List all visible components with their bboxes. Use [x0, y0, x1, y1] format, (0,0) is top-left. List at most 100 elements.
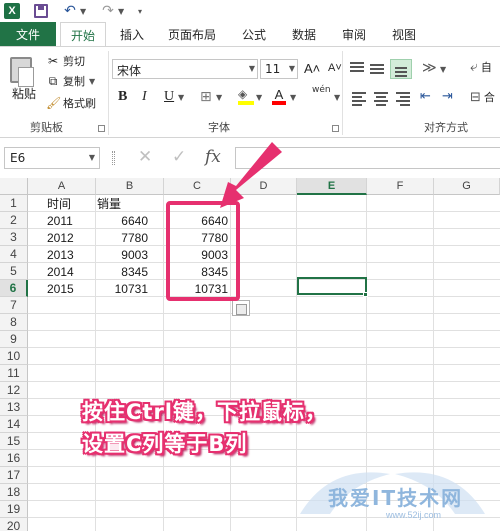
row-header-19[interactable]: 19 [0, 501, 28, 518]
bold-button[interactable]: B [118, 89, 127, 105]
cell-b6[interactable]: 10731 [96, 280, 151, 297]
align-bottom-button[interactable] [390, 59, 412, 79]
row-header-16[interactable]: 16 [0, 450, 28, 467]
font-launcher-icon[interactable] [332, 125, 339, 132]
copy-dropdown-icon[interactable]: ▼ [89, 77, 95, 86]
align-right-button[interactable] [394, 91, 412, 107]
increase-indent-button[interactable]: ⇥ [442, 89, 453, 104]
row-header-6[interactable]: 6 [0, 280, 28, 297]
decrease-indent-button[interactable]: ⇤ [420, 89, 431, 104]
tab-view[interactable]: 视图 [384, 22, 424, 46]
row-header-5[interactable]: 5 [0, 263, 28, 280]
cell-a2[interactable]: 2011 [44, 212, 76, 229]
row-header-9[interactable]: 9 [0, 331, 28, 348]
auto-fill-options-icon[interactable] [232, 300, 250, 316]
increase-font-button[interactable]: A˄ [304, 61, 320, 76]
row-header-18[interactable]: 18 [0, 484, 28, 501]
phonetic-dropdown-icon[interactable]: ▼ [334, 93, 340, 102]
row-header-15[interactable]: 15 [0, 433, 28, 450]
font-size-combobox[interactable]: 11 ▼ [260, 59, 298, 79]
align-top-button[interactable] [348, 61, 366, 77]
tab-review[interactable]: 审阅 [334, 22, 374, 46]
cell-b2[interactable]: 6640 [96, 212, 151, 229]
font-color-dropdown-icon[interactable]: ▼ [290, 93, 296, 102]
cell-b5[interactable]: 8345 [96, 263, 151, 280]
underline-dropdown-icon[interactable]: ▼ [178, 93, 184, 102]
row-gridline [28, 466, 500, 467]
formula-bar-grip[interactable] [112, 151, 115, 165]
cell-b1[interactable]: 销量 [94, 195, 124, 212]
save-icon[interactable] [34, 4, 48, 18]
merge-icon: ⊟ [470, 89, 481, 105]
row-header-11[interactable]: 11 [0, 365, 28, 382]
format-painter-button[interactable]: 🖌 格式刷 [46, 95, 96, 111]
row-header-17[interactable]: 17 [0, 467, 28, 484]
row-header-20[interactable]: 20 [0, 518, 28, 531]
row-header-12[interactable]: 12 [0, 382, 28, 399]
font-group-label: 字体 [208, 121, 230, 134]
font-color-button[interactable]: A [272, 87, 286, 105]
fill-color-dropdown-icon[interactable]: ▼ [256, 93, 262, 102]
fill-color-button[interactable]: ◈ [238, 87, 254, 105]
column-header-f[interactable]: F [367, 178, 434, 195]
select-all-corner[interactable] [0, 178, 28, 195]
spreadsheet-grid[interactable]: A B C D E F G 1 2 3 4 5 6 7 8 9 10 11 12 13 14 15 16 17 1… [0, 178, 500, 531]
column-header-g[interactable]: G [434, 178, 500, 195]
orientation-dropdown-icon[interactable]: ▼ [440, 65, 446, 74]
row-header-8[interactable]: 8 [0, 314, 28, 331]
tab-page-layout[interactable]: 页面布局 [160, 22, 224, 46]
row-header-3[interactable]: 3 [0, 229, 28, 246]
alignment-group-label: 对齐方式 [424, 121, 468, 134]
confirm-icon[interactable]: ✓ [172, 147, 186, 167]
merge-center-button[interactable]: ⊟ 合 [470, 89, 495, 105]
cell-a4[interactable]: 2013 [44, 246, 77, 263]
cut-button[interactable]: ✂ 剪切 [46, 53, 85, 69]
font-name-combobox[interactable]: 宋体 ▼ [112, 59, 258, 79]
customize-toolbar-icon[interactable]: ▾ [138, 2, 142, 20]
clipboard-launcher-icon[interactable] [98, 125, 105, 132]
tab-file[interactable]: 文件 [0, 22, 56, 46]
cell-a3[interactable]: 2012 [44, 229, 77, 246]
row-header-10[interactable]: 10 [0, 348, 28, 365]
active-cell-e6[interactable] [297, 277, 367, 295]
borders-dropdown-icon[interactable]: ▼ [216, 93, 222, 102]
row-header-4[interactable]: 4 [0, 246, 28, 263]
italic-button[interactable]: I [142, 89, 147, 105]
copy-button[interactable]: ⧉ 复制 ▼ [46, 73, 95, 89]
tab-data[interactable]: 数据 [284, 22, 324, 46]
row-header-1[interactable]: 1 [0, 195, 28, 212]
borders-button[interactable]: ⊞ [200, 89, 212, 105]
redo-icon[interactable]: ↷ [100, 2, 116, 20]
tab-formulas[interactable]: 公式 [234, 22, 274, 46]
cell-a1[interactable]: 时间 [44, 195, 74, 212]
row-header-7[interactable]: 7 [0, 297, 28, 314]
row-header-2[interactable]: 2 [0, 212, 28, 229]
cell-a5[interactable]: 2014 [44, 263, 77, 280]
redo-dropdown-icon[interactable]: ▼ [118, 2, 124, 20]
column-header-b[interactable]: B [96, 178, 164, 195]
underline-button[interactable]: U [164, 89, 174, 105]
tab-home[interactable]: 开始 [60, 22, 106, 47]
decrease-font-button[interactable]: A˅ [328, 62, 342, 74]
fill-handle[interactable] [363, 292, 368, 297]
cell-b3[interactable]: 7780 [96, 229, 151, 246]
tab-insert[interactable]: 插入 [112, 22, 152, 46]
wrap-text-button[interactable]: ⤶ 自 [470, 59, 492, 75]
align-left-button[interactable] [350, 91, 368, 107]
cell-a6[interactable]: 2015 [44, 280, 77, 297]
undo-dropdown-icon[interactable]: ▼ [80, 2, 86, 20]
borders-icon: ⊞ [200, 89, 212, 105]
cell-b4[interactable]: 9003 [96, 246, 151, 263]
row-header-13[interactable]: 13 [0, 399, 28, 416]
excel-logo-icon: X [4, 3, 20, 19]
orientation-button[interactable]: ≫ [422, 60, 437, 76]
name-box[interactable]: E6 ▼ [4, 147, 100, 169]
row-header-14[interactable]: 14 [0, 416, 28, 433]
column-header-a[interactable]: A [28, 178, 96, 195]
column-header-e[interactable]: E [297, 178, 367, 195]
align-middle-button[interactable] [368, 61, 386, 77]
undo-icon[interactable]: ↶ [62, 2, 78, 20]
cancel-icon[interactable]: ✕ [138, 147, 152, 167]
align-center-button[interactable] [372, 91, 390, 107]
phonetic-button[interactable]: wén [312, 85, 331, 95]
